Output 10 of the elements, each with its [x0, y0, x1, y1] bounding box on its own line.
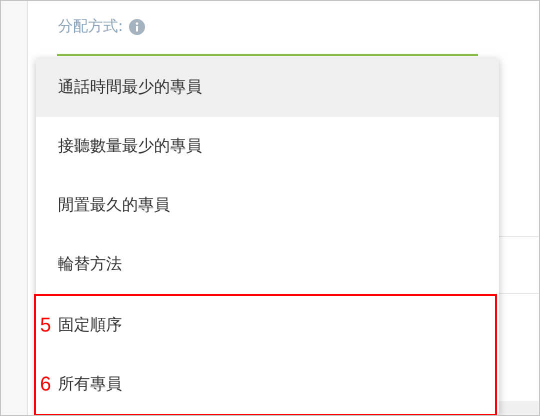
field-label: 分配方式: [58, 17, 124, 36]
menu-item[interactable]: 閒置最久的專員 [36, 176, 499, 235]
menu-item[interactable]: 所有專員 [54, 355, 495, 414]
menu-item[interactable]: 接聽數量最少的專員 [36, 117, 499, 176]
info-icon [129, 18, 146, 34]
menu-item[interactable]: 輪替方法 [36, 235, 499, 294]
callout-number: 5 [40, 314, 52, 337]
menu-item[interactable]: 通話時間最少的專員 [36, 58, 499, 117]
callout-number: 6 [40, 373, 52, 396]
menu-item[interactable]: 固定順序 [54, 296, 495, 355]
